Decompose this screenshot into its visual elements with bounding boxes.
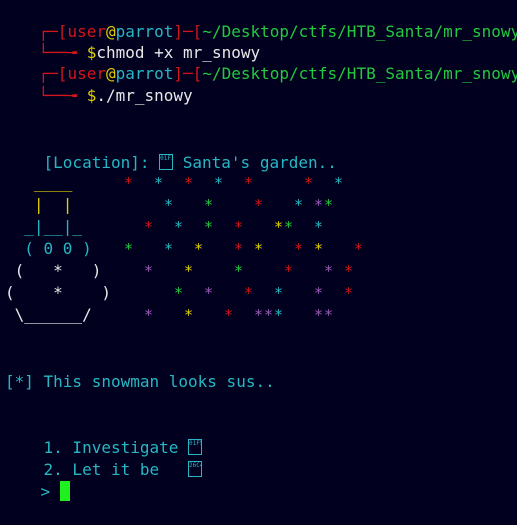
snow-star-icon: * bbox=[314, 284, 324, 302]
prompt-dollar: $ bbox=[86, 86, 97, 105]
input-prompt-symbol: > bbox=[40, 482, 60, 501]
snow-star-icon: * bbox=[184, 174, 194, 192]
santa-icon: 01F385 bbox=[159, 154, 174, 170]
snow-star-icon: * bbox=[334, 174, 344, 192]
input-line[interactable]: > bbox=[2, 459, 70, 501]
command-line-1: └──╼ $chmod +x mr_snowy bbox=[0, 20, 261, 62]
snow-star-icon: * bbox=[204, 218, 214, 236]
terminal-window[interactable]: ┌─[user@parrot]─[~/Desktop/ctfs/HTB_Sant… bbox=[0, 0, 517, 501]
snow-star-icon: * bbox=[174, 284, 184, 302]
snowman-icon: 26C4 bbox=[188, 461, 203, 477]
snow-star-icon: * bbox=[254, 240, 264, 258]
prompt-line-2: ┌─[user@parrot]─[~/Desktop/ctfs/HTB_Sant… bbox=[0, 41, 517, 83]
snow-star-icon: * bbox=[204, 196, 214, 214]
snow-star-icon: * bbox=[144, 218, 154, 236]
snow-star-icon: * bbox=[174, 218, 184, 236]
snow-star-icon: * bbox=[324, 306, 334, 324]
status-message: [*] This snowman looks sus.. bbox=[5, 372, 275, 391]
snow-star-icon: * bbox=[354, 240, 364, 258]
snow-star-icon: * bbox=[244, 174, 254, 192]
snow-star-icon: * bbox=[284, 218, 294, 236]
snow-star-icon: * bbox=[284, 262, 294, 280]
snow-star-icon: * bbox=[254, 306, 264, 324]
snow-star-icon: * bbox=[244, 284, 254, 302]
snow-star-icon: * bbox=[324, 196, 334, 214]
snow-star-icon: * bbox=[344, 284, 354, 302]
snow-star-icon: * bbox=[294, 196, 304, 214]
prompt-line-1: ┌─[user@parrot]─[~/Desktop/ctfs/HTB_Sant… bbox=[0, 0, 517, 41]
command-line-2: └──╼ $./mr_snowy bbox=[0, 63, 193, 105]
snow-star-icon: * bbox=[164, 196, 174, 214]
snow-star-icon: * bbox=[124, 240, 134, 258]
snow-star-icon: * bbox=[314, 306, 324, 324]
snow-star-icon: * bbox=[234, 218, 244, 236]
snow-star-icon: * bbox=[154, 174, 164, 192]
snow-star-icon: * bbox=[194, 240, 204, 258]
snow-star-icon: * bbox=[124, 174, 134, 192]
snowman-glyph-code: 26C4 bbox=[189, 462, 201, 469]
snow-star-icon: * bbox=[304, 174, 314, 192]
snow-star-icon: * bbox=[324, 262, 334, 280]
location-label: [Location]: bbox=[43, 153, 160, 172]
snow-star-icon: * bbox=[274, 306, 284, 324]
snow-star-icon: * bbox=[314, 240, 324, 258]
menu-option-let-it-be: 2. Let it be 26C4 bbox=[5, 437, 203, 479]
command-text: ./mr_snowy bbox=[96, 86, 193, 105]
menu-option-investigate: 1. Investigate 01F50E bbox=[5, 415, 203, 457]
star-field: * * * * * * * * * * * * * * * * * * * * * * * * * * * * * * * * * * * * * * * *… bbox=[0, 172, 517, 332]
snow-star-icon: * bbox=[184, 306, 194, 324]
snow-star-icon: * bbox=[294, 240, 304, 258]
snow-star-icon: * bbox=[254, 196, 264, 214]
location-text: Santa's garden.. bbox=[173, 153, 337, 172]
santa-glyph-code: 01F385 bbox=[160, 155, 172, 162]
snow-star-icon: * bbox=[164, 240, 174, 258]
snow-star-icon: * bbox=[224, 306, 234, 324]
text-cursor[interactable] bbox=[59, 481, 70, 501]
location-line: [Location]: 01F385 Santa's garden.. bbox=[5, 130, 337, 172]
snow-star-icon: * bbox=[144, 306, 154, 324]
prompt-path: ~/Desktop/ctfs/HTB_Santa/mr_snowy bbox=[202, 64, 517, 83]
snow-star-icon: * bbox=[264, 306, 274, 324]
snow-star-icon: * bbox=[214, 174, 224, 192]
snow-star-icon: * bbox=[204, 284, 214, 302]
snow-star-icon: * bbox=[144, 262, 154, 280]
snow-star-icon: * bbox=[274, 284, 284, 302]
snow-star-icon: * bbox=[314, 218, 324, 236]
prompt-lead: └──╼ bbox=[38, 86, 87, 105]
snow-star-icon: * bbox=[234, 262, 244, 280]
snow-star-icon: * bbox=[314, 196, 324, 214]
snow-star-icon: * bbox=[344, 262, 354, 280]
snow-star-icon: * bbox=[184, 262, 194, 280]
snow-star-icon: * bbox=[274, 218, 284, 236]
snow-star-icon: * bbox=[234, 240, 244, 258]
